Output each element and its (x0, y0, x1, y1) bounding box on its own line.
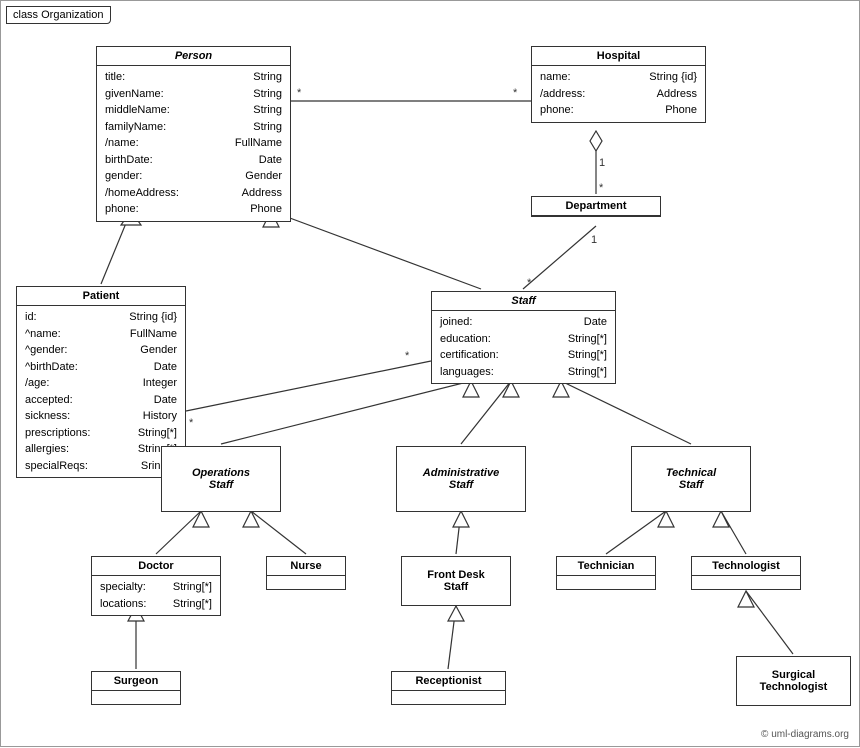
diagram-container: class Organization * * 1 * 1 * (0, 0, 860, 747)
copyright-text: © uml-diagrams.org (761, 729, 849, 740)
class-operations-staff: OperationsStaff (161, 446, 281, 512)
class-department-title: Department (532, 197, 660, 216)
svg-text:*: * (405, 350, 410, 362)
svg-text:*: * (297, 87, 302, 99)
class-department: Department (531, 196, 661, 217)
class-patient-attrs: id:String {id} ^name:FullName ^gender:Ge… (17, 306, 185, 477)
class-patient-title: Patient (17, 287, 185, 306)
class-technician: Technician (556, 556, 656, 590)
class-admin-staff-title: AdministrativeStaff (397, 464, 525, 494)
svg-text:1: 1 (591, 234, 597, 246)
class-operations-staff-title: OperationsStaff (162, 464, 280, 494)
svg-text:1: 1 (599, 157, 605, 169)
class-doctor: Doctor specialty:String[*] locations:Str… (91, 556, 221, 616)
class-staff-attrs: joined:Date education:String[*] certific… (432, 311, 615, 383)
class-doctor-title: Doctor (92, 557, 220, 576)
svg-text:*: * (527, 277, 532, 289)
class-hospital-title: Hospital (532, 47, 705, 66)
class-staff-title: Staff (432, 292, 615, 311)
class-technologist-title: Technologist (692, 557, 800, 576)
class-staff: Staff joined:Date education:String[*] ce… (431, 291, 616, 384)
class-person-title: Person (97, 47, 290, 66)
class-technical-staff-title: TechnicalStaff (632, 464, 750, 494)
class-person: Person title:String givenName:String mid… (96, 46, 291, 222)
class-technical-staff: TechnicalStaff (631, 446, 751, 512)
class-person-attrs: title:String givenName:String middleName… (97, 66, 290, 221)
diagram-title: class Organization (6, 6, 111, 24)
class-surgeon-title: Surgeon (92, 672, 180, 691)
class-hospital-attrs: name:String {id} /address:Address phone:… (532, 66, 705, 122)
class-technician-title: Technician (557, 557, 655, 576)
class-hospital: Hospital name:String {id} /address:Addre… (531, 46, 706, 123)
svg-text:*: * (189, 417, 194, 429)
class-nurse-title: Nurse (267, 557, 345, 576)
svg-text:*: * (599, 182, 604, 194)
class-admin-staff: AdministrativeStaff (396, 446, 526, 512)
class-receptionist: Receptionist (391, 671, 506, 705)
class-nurse: Nurse (266, 556, 346, 590)
class-receptionist-title: Receptionist (392, 672, 505, 691)
class-technologist: Technologist (691, 556, 801, 590)
svg-text:*: * (513, 87, 518, 99)
class-surgical-technologist-title: SurgicalTechnologist (737, 666, 850, 696)
class-surgical-technologist: SurgicalTechnologist (736, 656, 851, 706)
class-surgeon: Surgeon (91, 671, 181, 705)
class-front-desk-title: Front DeskStaff (402, 566, 510, 596)
class-doctor-attrs: specialty:String[*] locations:String[*] (92, 576, 220, 615)
class-front-desk: Front DeskStaff (401, 556, 511, 606)
